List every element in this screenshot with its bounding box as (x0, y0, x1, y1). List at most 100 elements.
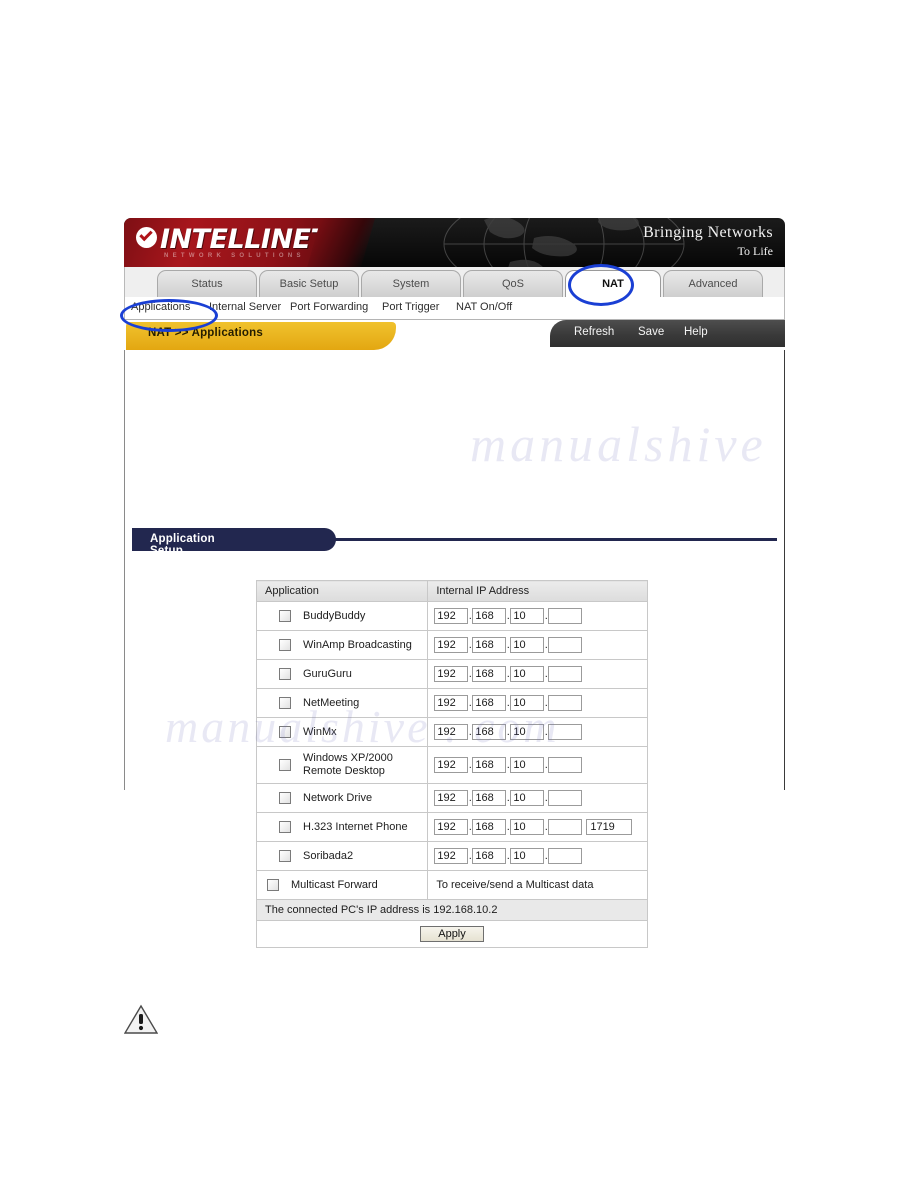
application-label: BuddyBuddy (303, 609, 366, 622)
submenu-item-applications[interactable]: Applications (131, 301, 190, 313)
tab-qos[interactable]: QoS (463, 270, 563, 297)
ip-octet-1-input[interactable]: 192 (434, 819, 469, 835)
nat-submenu: Applications Internal Server Port Forwar… (124, 297, 785, 320)
tab-advanced[interactable]: Advanced (663, 270, 763, 297)
tab-status[interactable]: Status (157, 270, 257, 297)
row-checkbox[interactable] (279, 850, 291, 862)
row-checkbox[interactable] (279, 639, 291, 651)
ip-octet-3-input[interactable]: 10 (510, 695, 545, 711)
ip-octet-3-input[interactable]: 10 (510, 819, 545, 835)
ip-octet-1-input[interactable]: 192 (434, 757, 469, 773)
logo-subtitle: NETWORK SOLUTIONS (164, 253, 305, 259)
ip-octet-2-input[interactable]: 168 (472, 695, 507, 711)
ip-octet-3-input[interactable]: 10 (510, 666, 545, 682)
ip-octet-4-input[interactable] (548, 608, 583, 624)
checkmark-icon (136, 227, 157, 248)
table-row: Network Drive 192. 168. 10. (255, 783, 648, 813)
ip-octet-1-input[interactable]: 192 (434, 848, 469, 864)
ip-octet-2-input[interactable]: 168 (472, 608, 507, 624)
ip-octet-1-input[interactable]: 192 (434, 695, 469, 711)
ip-cell: 192. 168. 10. (427, 783, 648, 813)
column-header-internal-ip: Internal IP Address (427, 580, 648, 602)
application-label: GuruGuru (303, 667, 352, 680)
submenu-item-nat-on-off[interactable]: NAT On/Off (456, 301, 512, 313)
save-button[interactable]: Save (638, 326, 664, 338)
row-checkbox[interactable] (279, 726, 291, 738)
section-divider-rule (330, 538, 777, 541)
submenu-item-internal-server[interactable]: Internal Server (209, 301, 281, 313)
apply-button[interactable]: Apply (420, 926, 484, 942)
ip-octet-2-input[interactable]: 168 (472, 790, 507, 806)
application-setup-table: Application Internal IP Address BuddyBud… (255, 580, 648, 948)
ip-octet-3-input[interactable]: 10 (510, 608, 545, 624)
application-label: H.323 Internet Phone (303, 820, 408, 833)
breadcrumb: NAT >> Applications (148, 327, 263, 339)
ip-octet-4-input[interactable] (548, 724, 583, 740)
ip-octet-4-input[interactable] (548, 666, 583, 682)
row-checkbox[interactable] (279, 610, 291, 622)
row-checkbox[interactable] (279, 821, 291, 833)
help-button[interactable]: Help (684, 326, 708, 338)
ip-octet-3-input[interactable]: 10 (510, 848, 545, 864)
table-row-multicast: Multicast Forward To receive/send a Mult… (255, 870, 648, 900)
table-header-row: Application Internal IP Address (255, 580, 648, 602)
ip-octet-1-input[interactable]: 192 (434, 666, 469, 682)
tab-nat[interactable]: NAT (565, 270, 661, 297)
ip-octet-3-input[interactable]: 10 (510, 790, 545, 806)
ip-octet-4-input[interactable] (548, 819, 583, 835)
application-cell: H.323 Internet Phone (255, 812, 429, 842)
ip-octet-1-input[interactable]: 192 (434, 608, 469, 624)
ip-octet-4-input[interactable] (548, 757, 583, 773)
table-row: H.323 Internet Phone 192. 168. 10. 1719 (255, 812, 648, 842)
tab-basic-setup[interactable]: Basic Setup (259, 270, 359, 297)
refresh-button[interactable]: Refresh (574, 326, 614, 338)
multicast-checkbox[interactable] (267, 879, 279, 891)
application-cell: Network Drive (255, 783, 429, 813)
ip-octet-1-input[interactable]: 192 (434, 637, 469, 653)
ip-cell: 192. 168. 10. (427, 659, 648, 689)
table-row: Windows XP/2000 Remote Desktop 192. 168. 10… (255, 746, 648, 784)
ip-octet-4-input[interactable] (548, 848, 583, 864)
application-label: Network Drive (303, 791, 373, 804)
ip-octet-2-input[interactable]: 168 (472, 848, 507, 864)
port-input[interactable]: 1719 (586, 819, 633, 835)
ip-octet-3-input[interactable]: 10 (510, 637, 545, 653)
tab-system[interactable]: System (361, 270, 461, 297)
warning-triangle-icon (123, 1004, 159, 1034)
row-checkbox[interactable] (279, 759, 291, 771)
ip-octet-4-input[interactable] (548, 695, 583, 711)
ip-octet-2-input[interactable]: 168 (472, 819, 507, 835)
ip-octet-4-input[interactable] (548, 637, 583, 653)
ip-octet-2-input[interactable]: 168 (472, 637, 507, 653)
ip-cell: 192. 168. 10. 1719 (427, 812, 648, 842)
application-label: Soribada2 (303, 849, 354, 862)
submenu-item-port-forwarding[interactable]: Port Forwarding (290, 301, 368, 313)
ip-octet-1-input[interactable]: 192 (434, 790, 469, 806)
application-label: Windows XP/2000 Remote Desktop (303, 752, 393, 778)
ip-octet-3-input[interactable]: 10 (510, 724, 545, 740)
table-row: WinMx 192. 168. 10. (255, 717, 648, 747)
row-checkbox[interactable] (279, 697, 291, 709)
column-header-application: Application (255, 580, 429, 602)
row-checkbox[interactable] (279, 668, 291, 680)
application-cell: Soribada2 (255, 841, 429, 871)
ip-octet-2-input[interactable]: 168 (472, 757, 507, 773)
ip-octet-2-input[interactable]: 168 (472, 666, 507, 682)
ip-octet-4-input[interactable] (548, 790, 583, 806)
ip-cell: 192. 168. 10. (427, 630, 648, 660)
application-cell: GuruGuru (255, 659, 429, 689)
ip-cell: 192. 168. 10. (427, 601, 648, 631)
ip-cell: 192. 168. 10. (427, 841, 648, 871)
row-checkbox[interactable] (279, 792, 291, 804)
application-label-line-2: Remote Desktop (303, 765, 385, 777)
application-cell: NetMeeting (255, 688, 429, 718)
breadcrumb-toolbar-row: NAT >> Applications Refresh Save Help (124, 320, 785, 350)
ip-octet-2-input[interactable]: 168 (472, 724, 507, 740)
application-cell: Multicast Forward (255, 870, 429, 900)
ip-octet-3-input[interactable]: 10 (510, 757, 545, 773)
tagline-line-1: Bringing Networks (643, 224, 773, 241)
ip-octet-1-input[interactable]: 192 (434, 724, 469, 740)
application-cell: BuddyBuddy (255, 601, 429, 631)
submenu-item-port-trigger[interactable]: Port Trigger (382, 301, 439, 313)
intellinet-logo: INTELLINET NETWORK SOLUTIONS (124, 218, 342, 267)
